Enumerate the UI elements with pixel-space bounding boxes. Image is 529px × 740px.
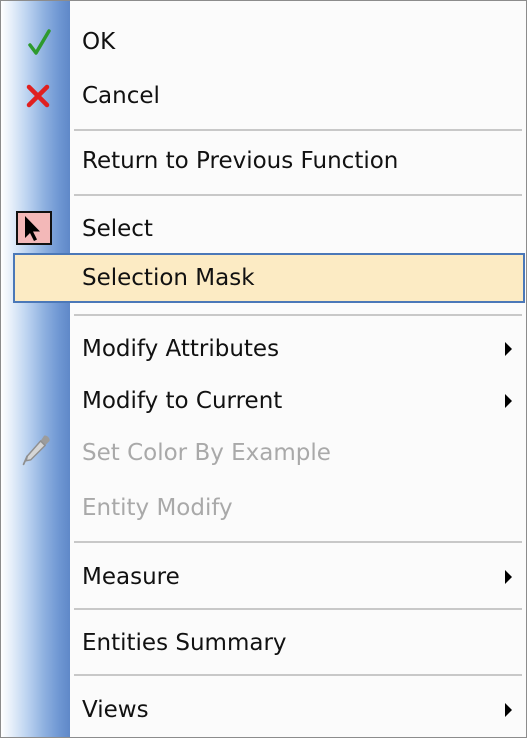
menu-separator: [74, 608, 522, 610]
menu-item-select[interactable]: Select: [1, 204, 526, 254]
menu-item-label: Views: [82, 697, 149, 723]
menu-item-label: Modify Attributes: [82, 336, 280, 362]
menu-item-entities-summary[interactable]: Entities Summary: [1, 618, 526, 668]
menu-item-views[interactable]: Views: [1, 685, 526, 735]
menu-item-label: Entities Summary: [82, 630, 287, 656]
menu-item-label: Return to Previous Function: [82, 148, 399, 174]
select-arrow-icon: [16, 211, 52, 245]
menu-item-cancel[interactable]: Cancel: [1, 71, 526, 121]
menu-separator: [74, 541, 522, 543]
menu-item-label: Measure: [82, 564, 180, 590]
menu-separator: [74, 314, 522, 316]
eyedropper-icon: [22, 435, 50, 466]
menu-item-label: Set Color By Example: [82, 440, 331, 466]
menu-item-label: Select: [82, 216, 153, 242]
cross-icon: [26, 84, 50, 108]
checkmark-icon: [28, 29, 51, 55]
menu-item-measure[interactable]: Measure: [1, 552, 526, 602]
menu-item-label: OK: [82, 29, 116, 55]
menu-separator: [74, 194, 522, 196]
submenu-arrow-icon: [505, 342, 512, 356]
menu-item-label: Cancel: [82, 83, 160, 109]
menu-item-label: Selection Mask: [82, 265, 255, 291]
context-menu: OK Cancel Return to Previous Function Se…: [0, 0, 527, 738]
menu-item-set-color-by-example: Set Color By Example: [1, 428, 526, 478]
menu-item-modify-to-current[interactable]: Modify to Current: [1, 376, 526, 426]
submenu-arrow-icon: [505, 394, 512, 408]
menu-separator: [74, 674, 522, 676]
submenu-arrow-icon: [505, 703, 512, 717]
menu-separator: [74, 129, 522, 131]
menu-item-modify-attributes[interactable]: Modify Attributes: [1, 324, 526, 374]
menu-item-entity-modify: Entity Modify: [1, 483, 526, 533]
menu-item-label: Entity Modify: [82, 495, 233, 521]
menu-item-ok[interactable]: OK: [1, 17, 526, 67]
menu-item-label: Modify to Current: [82, 388, 283, 414]
menu-item-selection-mask[interactable]: Selection Mask: [13, 253, 525, 303]
submenu-arrow-icon: [505, 570, 512, 584]
menu-item-return-to-previous-function[interactable]: Return to Previous Function: [1, 136, 526, 186]
